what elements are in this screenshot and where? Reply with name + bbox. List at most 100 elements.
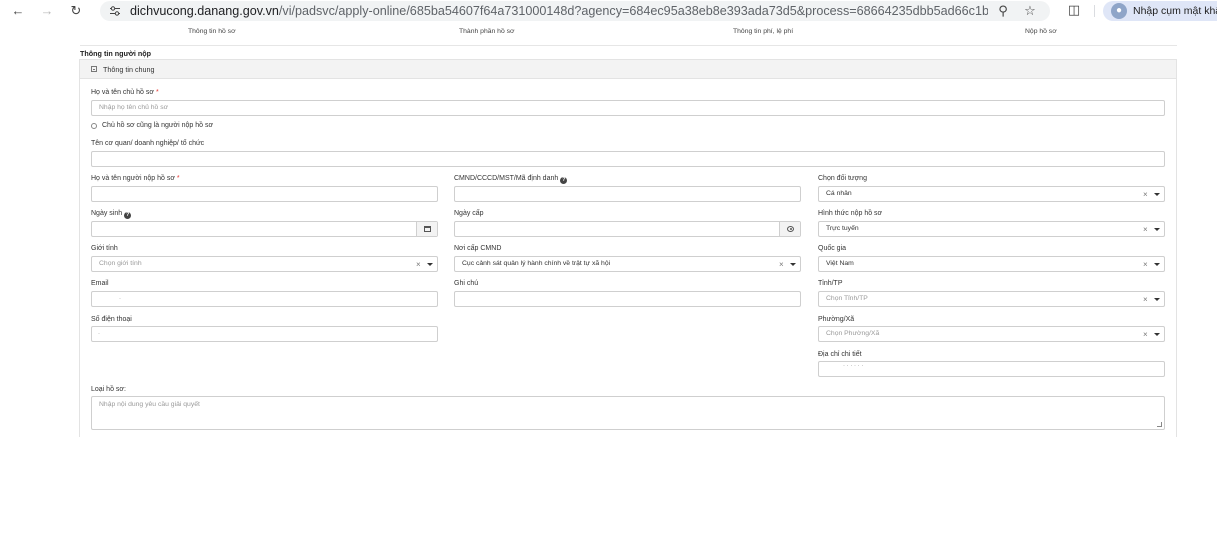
ward-label: Phường/Xã — [818, 316, 855, 323]
gender-label: Giới tính — [91, 245, 118, 252]
gender-select[interactable]: Chọn giới tính × — [91, 256, 438, 272]
issue-place-label: Nơi cấp CMND — [454, 245, 502, 252]
back-arrow-icon[interactable]: ← — [9, 2, 27, 20]
email-input[interactable]: · — [91, 291, 438, 307]
resize-handle-icon[interactable] — [1157, 422, 1162, 427]
phone-value: · — [98, 331, 100, 337]
chevron-down-icon[interactable] — [1154, 263, 1160, 266]
calendar-button[interactable] — [416, 222, 437, 236]
request-type-label: Loại hồ sơ: — [91, 386, 126, 393]
required-mark: * — [176, 175, 180, 182]
address-input[interactable]: · · · · · · — [818, 361, 1165, 377]
request-content-textarea[interactable]: Nhập nội dung yêu cầu giải quyết — [91, 396, 1165, 430]
note-label: Ghi chú — [454, 280, 479, 287]
bookmark-star-icon[interactable]: ☆ — [1022, 3, 1038, 19]
avatar: ● — [1111, 3, 1127, 19]
section-title: Thông tin người nộp — [80, 49, 151, 58]
profile-label: Nhập cụm mật khẩ — [1133, 5, 1217, 17]
toolbar-divider — [1094, 5, 1095, 17]
id-number-label-text: CMND/CCCD/MST/Mã định danh — [454, 175, 559, 182]
required-mark: * — [155, 89, 159, 96]
same-as-submitter-label[interactable]: Chủ hồ sơ cũng là người nộp hồ sơ — [102, 122, 213, 129]
panel-header[interactable]: Thông tin chung — [80, 60, 1176, 79]
chevron-down-icon[interactable] — [1154, 333, 1160, 336]
issue-place-value: Cục cảnh sát quản lý hành chính về trật … — [462, 260, 611, 267]
profile-chip[interactable]: ● Nhập cụm mật khẩ — [1103, 1, 1217, 21]
site-settings-icon[interactable] — [109, 5, 121, 17]
tab-thong-tin-ho-so[interactable]: Thông tin hồ sơ — [188, 28, 236, 35]
ward-select[interactable]: Chọn Phường/Xã × — [818, 326, 1165, 342]
eye-icon — [787, 226, 794, 232]
province-label: Tỉnh/TP — [818, 280, 843, 287]
forward-arrow-icon[interactable]: → — [38, 2, 56, 20]
submitter-name-label: Họ và tên người nộp hồ sơ * — [91, 175, 180, 182]
ward-placeholder: Chọn Phường/Xã — [826, 330, 880, 337]
owner-name-placeholder: Nhập họ tên chủ hồ sơ — [99, 104, 169, 111]
collapse-icon[interactable] — [91, 66, 97, 72]
url-host: dichvucong.danang.gov.vn — [130, 4, 279, 18]
clear-icon[interactable]: × — [1143, 225, 1148, 234]
submitter-name-input[interactable] — [91, 186, 438, 202]
extensions-icon[interactable]: ◫ — [1066, 2, 1082, 18]
issue-date-button[interactable] — [779, 222, 800, 236]
reload-icon[interactable]: ↻ — [67, 2, 85, 20]
zoom-icon[interactable]: ⚲ — [995, 3, 1011, 19]
calendar-icon — [424, 226, 431, 232]
issue-date-label: Ngày cấp — [454, 210, 484, 217]
organization-input[interactable] — [91, 151, 1165, 167]
note-input[interactable] — [454, 291, 801, 307]
subject-value: Cá nhân — [826, 190, 852, 197]
clear-icon[interactable]: × — [1143, 260, 1148, 269]
request-placeholder: Nhập nội dung yêu cầu giải quyết — [99, 401, 200, 408]
address-bar[interactable]: dichvucong.danang.gov.vn/vi/padsvc/apply… — [100, 1, 1050, 21]
tab-phi-le-phi[interactable]: Thông tin phí, lệ phí — [733, 28, 793, 35]
country-value: Việt Nam — [826, 260, 854, 267]
id-number-input[interactable] — [454, 186, 801, 202]
help-icon[interactable]: ? — [124, 212, 132, 219]
submission-method-value: Trực tuyến — [826, 225, 859, 232]
country-select[interactable]: Việt Nam × — [818, 256, 1165, 272]
browser-toolbar: ← → ↻ dichvucong.danang.gov.vn/vi/padsvc… — [0, 0, 1217, 22]
province-select[interactable]: Chọn Tỉnh/TP × — [818, 291, 1165, 307]
organization-label: Tên cơ quan/ doanh nghiệp/ tổ chức — [91, 140, 205, 147]
submission-method-label: Hình thức nộp hồ sơ — [818, 210, 883, 217]
birth-date-input[interactable] — [91, 221, 438, 237]
email-value: · — [119, 296, 121, 302]
clear-icon[interactable]: × — [416, 260, 421, 269]
chevron-down-icon[interactable] — [1154, 228, 1160, 231]
chevron-down-icon[interactable] — [427, 263, 433, 266]
id-number-label: CMND/CCCD/MST/Mã định danh? — [454, 175, 568, 184]
tab-thanh-phan-ho-so[interactable]: Thành phần hồ sơ — [459, 28, 514, 35]
wizard-steps: Thông tin hồ sơ Thành phần hồ sơ Thông t… — [80, 22, 1177, 46]
email-label: Email — [91, 280, 109, 287]
issue-place-select[interactable]: Cục cảnh sát quản lý hành chính về trật … — [454, 256, 801, 272]
submitter-name-label-text: Họ và tên người nộp hồ sơ — [91, 175, 175, 182]
submission-method-select[interactable]: Trực tuyến × — [818, 221, 1165, 237]
issue-date-input[interactable] — [454, 221, 801, 237]
birth-date-label: Ngày sinh? — [91, 210, 132, 219]
owner-name-label: Họ và tên chủ hồ sơ * — [91, 89, 159, 96]
clear-icon[interactable]: × — [1143, 330, 1148, 339]
clear-icon[interactable]: × — [1143, 295, 1148, 304]
country-label: Quốc gia — [818, 245, 847, 252]
phone-label: Số điện thoại — [91, 316, 132, 323]
chevron-down-icon[interactable] — [1154, 298, 1160, 301]
birth-date-label-text: Ngày sinh — [91, 210, 123, 217]
chevron-down-icon[interactable] — [1154, 193, 1160, 196]
owner-name-label-text: Họ và tên chủ hồ sơ — [91, 89, 154, 96]
tab-nop-ho-so[interactable]: Nộp hồ sơ — [1025, 28, 1057, 35]
url-text: dichvucong.danang.gov.vn/vi/padsvc/apply… — [130, 3, 988, 19]
clear-icon[interactable]: × — [779, 260, 784, 269]
gender-placeholder: Chọn giới tính — [99, 260, 142, 267]
address-value: · · · · · · — [843, 363, 864, 369]
same-as-submitter-radio[interactable] — [91, 123, 97, 129]
phone-input[interactable]: · — [91, 326, 438, 342]
url-path: /vi/padsvc/apply-online/685ba54607f64a73… — [278, 4, 988, 18]
help-icon[interactable]: ? — [560, 177, 568, 184]
subject-select[interactable]: Cá nhân × — [818, 186, 1165, 202]
clear-icon[interactable]: × — [1143, 190, 1148, 199]
subject-label: Chọn đối tượng — [818, 175, 867, 182]
chevron-down-icon[interactable] — [790, 263, 796, 266]
owner-name-input[interactable]: Nhập họ tên chủ hồ sơ — [91, 100, 1165, 116]
province-placeholder: Chọn Tỉnh/TP — [826, 295, 868, 302]
